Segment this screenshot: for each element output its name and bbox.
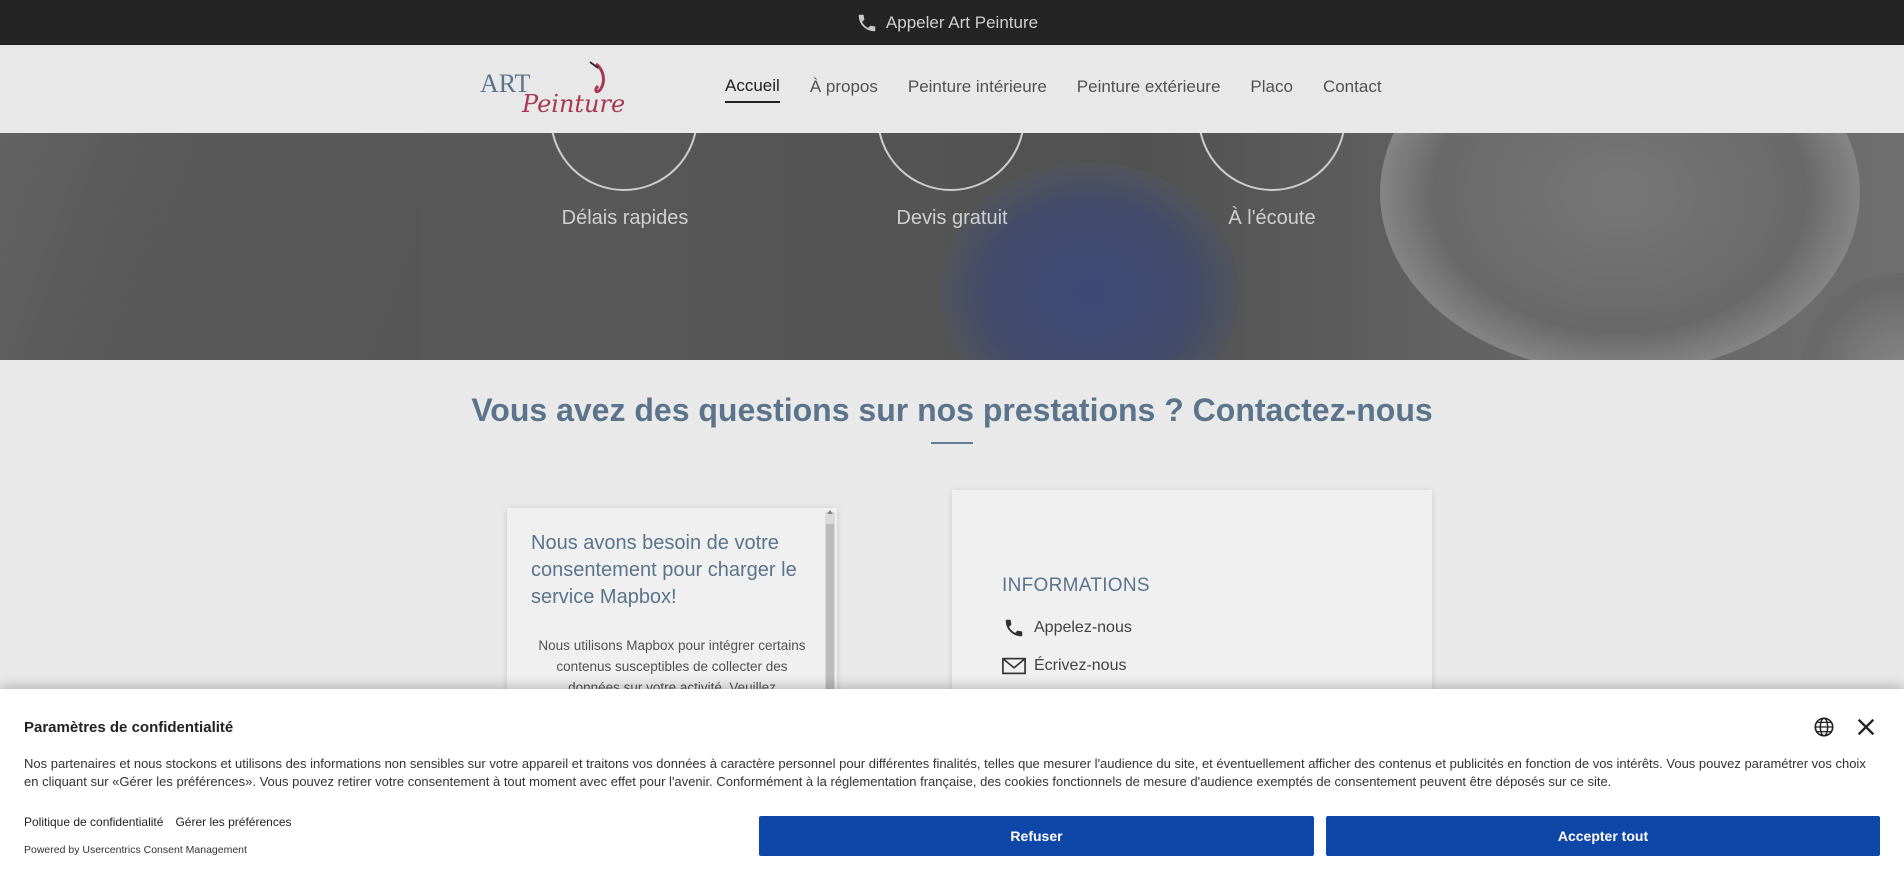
info-write-row[interactable]: Écrivez-nous — [1002, 655, 1126, 677]
powered-by-text: Powered by Usercentrics Consent Manageme… — [24, 844, 247, 856]
manage-preferences-link[interactable]: Gérer les préférences — [175, 815, 291, 829]
info-call-label: Appelez-nous — [1034, 619, 1132, 636]
map-consent-heading: Nous avons besoin de votre consentement … — [531, 532, 797, 608]
close-icon[interactable] — [1855, 716, 1877, 738]
nav-peinture-exterieure[interactable]: Peinture extérieure — [1077, 77, 1221, 102]
brushes-image — [0, 133, 420, 360]
map-consent-card[interactable]: Nous avons besoin de votre consentement … — [507, 508, 837, 708]
feature-icon-devis — [877, 133, 1025, 191]
nav-accueil[interactable]: Accueil — [725, 76, 780, 103]
consent-links: Politique de confidentialité Gérer les p… — [24, 815, 292, 829]
call-label: Appeler Art Peinture — [885, 12, 1039, 32]
call-link[interactable]: Appeler Art Peinture — [856, 12, 1038, 34]
privacy-policy-link[interactable]: Politique de confidentialité — [24, 815, 163, 829]
top-bar: Appeler Art Peinture — [0, 0, 1904, 45]
nav-a-propos[interactable]: À propos — [810, 77, 878, 102]
paint-can-image — [1380, 133, 1860, 360]
consent-title: Paramètres de confidentialité — [24, 719, 234, 736]
info-call-row[interactable]: Appelez-nous — [1002, 617, 1132, 639]
main-nav: Accueil À propos Peinture intérieure Pei… — [725, 45, 1382, 133]
feature-icon-ecoute — [1198, 133, 1346, 191]
paint-can-blue — [940, 163, 1240, 360]
info-title: INFORMATIONS — [1002, 575, 1150, 596]
nav-placo[interactable]: Placo — [1250, 77, 1293, 102]
nav-peinture-interieure[interactable]: Peinture intérieure — [908, 77, 1047, 102]
feature-label-ecoute: À l'écoute — [1228, 207, 1316, 229]
site-header: ART Peinture Accueil À propos Peinture i… — [0, 45, 1904, 133]
privacy-consent-banner: Paramètres de confidentialité Nos parten… — [0, 689, 1904, 880]
scroll-up-arrow-icon[interactable] — [827, 510, 833, 514]
refuse-button[interactable]: Refuser — [759, 816, 1314, 856]
feature-label-devis: Devis gratuit — [896, 207, 1008, 229]
phone-icon — [1005, 619, 1023, 637]
language-globe-icon[interactable] — [1813, 716, 1835, 738]
nav-contact[interactable]: Contact — [1323, 77, 1382, 102]
feature-icon-delais — [550, 133, 698, 191]
logo-line2: Peinture — [521, 90, 625, 118]
feature-label-delais: Délais rapides — [561, 207, 689, 229]
map-card-scroll-thumb[interactable] — [826, 524, 834, 708]
hero-features: Délais rapides Devis gratuit À l'écoute — [0, 133, 1904, 360]
accept-all-button[interactable]: Accepter tout — [1326, 816, 1880, 856]
consent-description: Nos partenaires et nous stockons et util… — [24, 756, 1866, 789]
site-logo[interactable]: ART Peinture — [478, 60, 628, 120]
title-divider — [931, 442, 973, 444]
envelope-icon — [1002, 657, 1026, 675]
contact-section-title: Vous avez des questions sur nos prestati… — [471, 392, 1433, 428]
phone-icon — [858, 14, 876, 31]
info-write-label: Écrivez-nous — [1034, 657, 1127, 674]
